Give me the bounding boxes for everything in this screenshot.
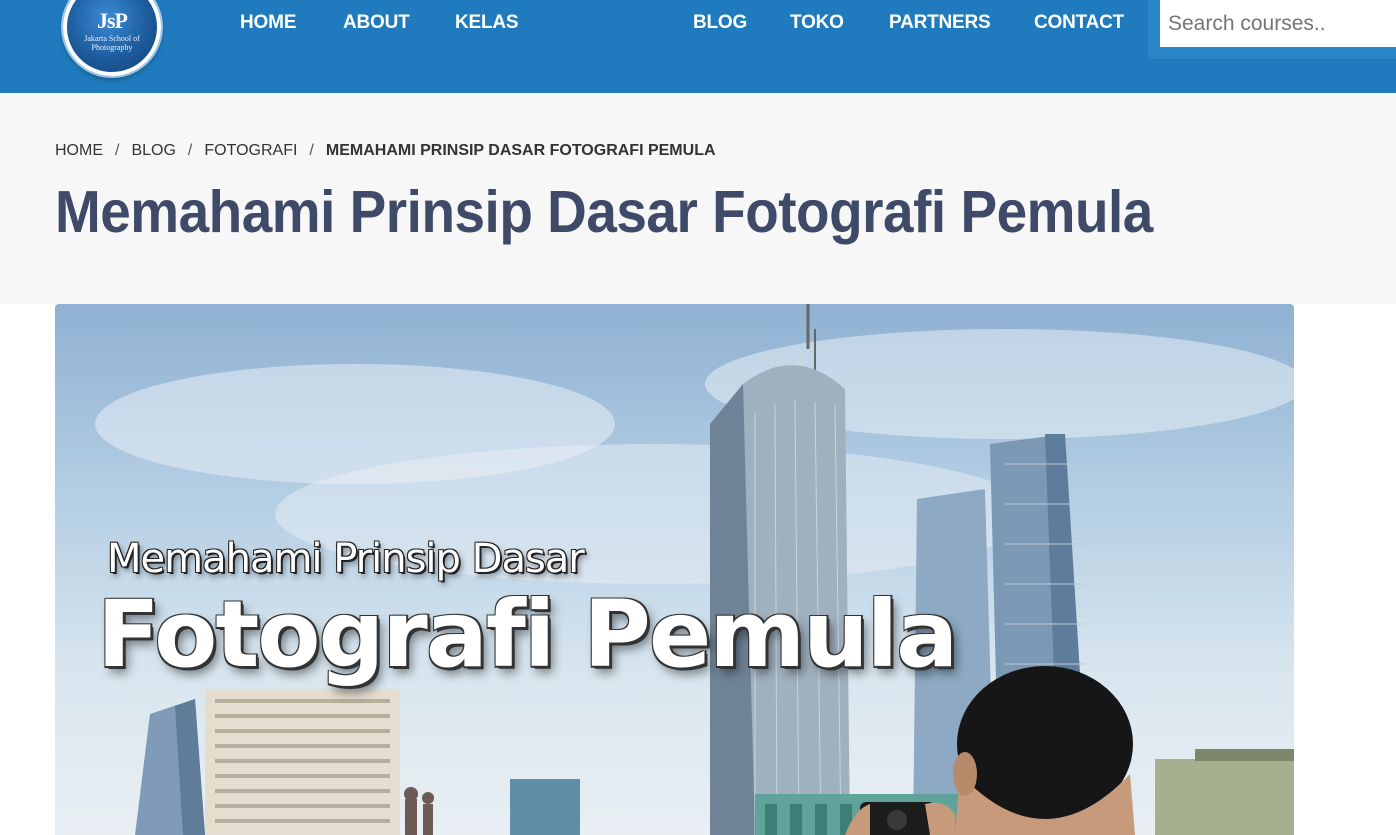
site-header: JsP Jakarta School of Photography HOME A… [0,0,1396,93]
logo-mark: JsP [97,8,128,33]
nav-home[interactable]: HOME [240,12,296,34]
logo-subtitle: Jakarta School of Photography [84,34,140,52]
page-header: HOME / BLOG / FOTOGRAFI / MEMAHAMI PRINS… [0,93,1396,304]
breadcrumb-fotografi[interactable]: FOTOGRAFI [204,142,297,160]
breadcrumb-current: MEMAHAMI PRINSIP DASAR FOTOGRAFI PEMULA [325,142,716,159]
search-input[interactable] [1160,0,1396,47]
hero-heading-line2: Fotografi Pemula [97,581,958,688]
nav-contact[interactable]: CONTACT [1034,12,1124,34]
nav-about[interactable]: ABOUT [343,12,410,34]
nav-blog[interactable]: BLOG [693,12,747,34]
search-box [1148,0,1396,59]
breadcrumb: HOME / BLOG / FOTOGRAFI / MEMAHAMI PRINS… [55,141,716,161]
breadcrumb-blog[interactable]: BLOG [131,142,175,160]
breadcrumb-separator: / [309,142,314,159]
nav-partners[interactable]: PARTNERS [889,12,991,34]
page-title: Memahami Prinsip Dasar Fotografi Pemula [55,179,1153,245]
nav-toko[interactable]: TOKO [790,12,844,34]
hero-heading-line1: Memahami Prinsip Dasar [107,536,585,582]
featured-image: Memahami Prinsip Dasar Fotografi Pemula [55,304,1294,835]
breadcrumb-separator: / [115,142,120,159]
nav-kelas[interactable]: KELAS [455,12,519,34]
breadcrumb-home[interactable]: HOME [55,142,103,160]
site-logo[interactable]: JsP Jakarta School of Photography [63,0,161,76]
breadcrumb-separator: / [187,142,193,159]
